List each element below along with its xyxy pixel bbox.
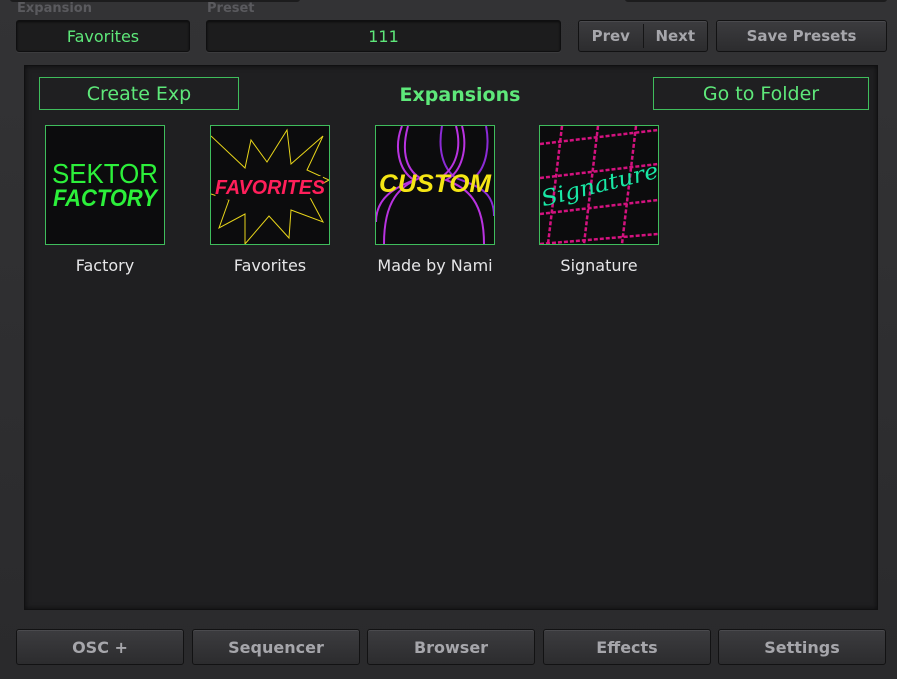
expansion-tile-signature[interactable]: Signature — [539, 125, 659, 245]
expansion-name-signature: Signature — [560, 256, 638, 275]
go-to-folder-button[interactable]: Go to Folder — [653, 77, 869, 110]
expansion-tile-custom[interactable]: CUSTOM — [375, 125, 495, 245]
expansion-name-factory: Factory — [75, 256, 135, 275]
tab-osc[interactable]: OSC + — [16, 629, 184, 665]
create-exp-button[interactable]: Create Exp — [39, 77, 239, 110]
prev-button[interactable]: Prev — [579, 21, 643, 51]
tab-settings[interactable]: Settings — [718, 629, 886, 665]
signature-grid-art: Signature — [540, 126, 658, 244]
favorites-starburst-art: FAVORITES — [211, 126, 329, 244]
expansion-name-custom: Made by Nami — [377, 256, 493, 275]
favorites-art-text: FAVORITES — [215, 177, 326, 199]
sektor-factory-logo: SEKTOR FACTORY — [46, 126, 164, 244]
custom-art-text: CUSTOM — [379, 170, 492, 198]
preset-navigation: Prev Next — [578, 20, 708, 52]
custom-silhouette-art: CUSTOM — [376, 126, 494, 244]
top-strip — [625, 0, 887, 2]
expansion-tile-factory[interactable]: SEKTOR FACTORY — [45, 125, 165, 245]
expansion-display[interactable]: Favorites — [16, 20, 190, 52]
next-button[interactable]: Next — [644, 21, 708, 51]
expansion-label: Expansion — [17, 1, 92, 16]
expansions-panel: Create Exp Expansions Go to Folder SEKTO… — [24, 65, 878, 610]
tab-sequencer[interactable]: Sequencer — [192, 629, 360, 665]
preset-display[interactable]: 111 — [206, 20, 561, 52]
expansion-tile-favorites[interactable]: FAVORITES — [210, 125, 330, 245]
tab-browser[interactable]: Browser — [367, 629, 535, 665]
save-presets-button[interactable]: Save Presets — [716, 20, 887, 52]
preset-label: Preset — [207, 1, 255, 16]
app-window: Expansion Favorites Preset 111 Prev Next… — [0, 0, 897, 679]
expansion-name-favorites: Favorites — [233, 256, 307, 275]
factory-art-line2: FACTORY — [53, 185, 159, 212]
panel-title: Expansions — [399, 84, 521, 106]
tab-effects[interactable]: Effects — [543, 629, 711, 665]
